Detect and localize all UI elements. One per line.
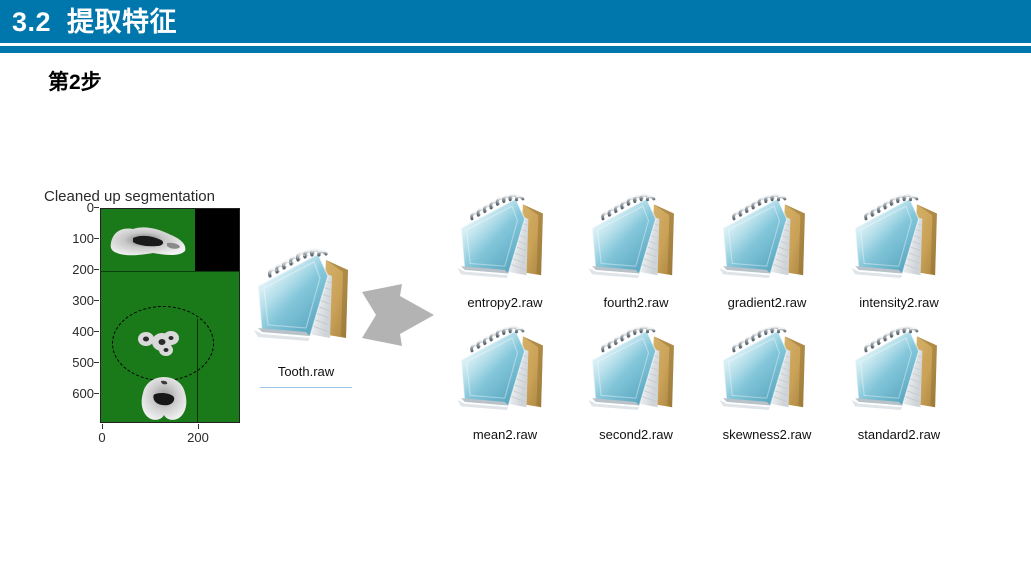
y-tick-mark — [94, 238, 99, 239]
y-tick-label: 300 — [72, 293, 94, 308]
output-file-label: second2.raw — [599, 427, 673, 442]
output-file-label: skewness2.raw — [722, 427, 812, 442]
notepad-icon — [719, 325, 805, 410]
masked-corner-region — [195, 209, 239, 271]
header-accent-bar — [0, 46, 1031, 53]
source-file-underline — [260, 387, 352, 388]
output-file-label: entropy2.raw — [467, 295, 543, 310]
notepad-icon — [457, 325, 543, 410]
y-tick-label: 600 — [72, 386, 94, 401]
notepad-icon — [588, 325, 674, 410]
x-tick-mark — [198, 424, 199, 429]
y-axis: 0 100 200 300 400 500 600 — [38, 200, 99, 423]
x-tick-label: 200 — [187, 430, 209, 445]
y-tick-mark — [94, 269, 99, 270]
output-file-label: mean2.raw — [472, 427, 538, 442]
output-file-item[interactable]: gradient2.raw — [714, 190, 820, 320]
output-file-label: gradient2.raw — [727, 295, 807, 310]
tooth-crown-shape — [110, 227, 186, 256]
output-file-label: standard2.raw — [857, 427, 941, 442]
output-file-item[interactable]: mean2.raw — [452, 322, 558, 452]
output-file-item[interactable]: standard2.raw — [846, 322, 952, 452]
source-file-item[interactable]: Tooth.raw — [248, 246, 364, 396]
source-file-label: Tooth.raw — [277, 364, 335, 379]
notepad-icon — [588, 193, 674, 278]
y-tick-mark — [94, 207, 99, 208]
y-tick-label: 400 — [72, 324, 94, 339]
output-file-label: intensity2.raw — [859, 295, 939, 310]
output-file-item[interactable]: entropy2.raw — [452, 190, 558, 320]
process-arrow-icon — [362, 284, 434, 346]
output-file-item[interactable]: second2.raw — [583, 322, 689, 452]
y-tick-mark — [94, 300, 99, 301]
y-tick-mark — [94, 331, 99, 332]
page-title: 3.2 提取特征 — [12, 7, 178, 37]
segmentation-figure: Cleaned up segmentation 0 100 200 300 40… — [38, 188, 268, 450]
notepad-icon — [851, 325, 937, 410]
x-tick-label: 0 — [98, 430, 106, 445]
x-axis: 0 200 — [98, 424, 242, 448]
step-subtitle: 第2步 — [48, 71, 102, 94]
y-tick-label: 100 — [72, 231, 94, 246]
output-file-label: fourth2.raw — [603, 295, 669, 310]
y-tick-label: 0 — [86, 200, 94, 215]
notepad-icon — [851, 193, 937, 278]
notepad-icon — [457, 193, 543, 278]
x-tick-mark — [102, 424, 103, 429]
y-tick-mark — [94, 362, 99, 363]
tooth-molar-shape — [141, 377, 187, 420]
tooth-roots-shape — [138, 331, 179, 356]
region-divider — [101, 271, 239, 272]
segmentation-image — [100, 208, 240, 423]
y-tick-label: 500 — [72, 355, 94, 370]
output-file-item[interactable]: intensity2.raw — [846, 190, 952, 320]
notepad-icon — [254, 248, 348, 341]
notepad-icon — [719, 193, 805, 278]
y-tick-label: 200 — [72, 262, 94, 277]
y-tick-mark — [94, 393, 99, 394]
figure-title: Cleaned up segmentation — [44, 188, 215, 205]
output-file-item[interactable]: skewness2.raw — [714, 322, 820, 452]
output-file-item[interactable]: fourth2.raw — [583, 190, 689, 320]
